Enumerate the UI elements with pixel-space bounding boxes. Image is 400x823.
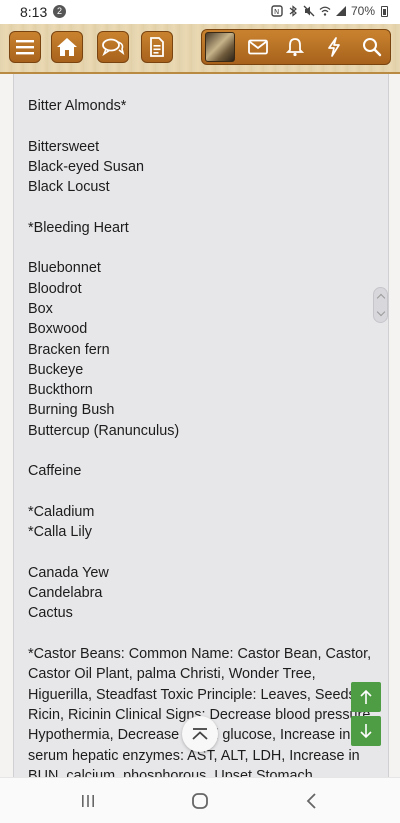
back-icon: [306, 793, 316, 809]
list-item: *Calla Lily: [28, 524, 92, 541]
home-icon: [57, 38, 77, 56]
arrow-up-icon: [360, 689, 372, 704]
list-item: Black Locust: [28, 179, 110, 196]
list-item: Buckeye: [28, 361, 84, 378]
list-gap: [28, 238, 378, 258]
chevron-down-icon: [376, 307, 385, 317]
scroll-to-top-button[interactable]: [351, 682, 381, 712]
battery-icon: [381, 5, 388, 17]
system-nav-bar: [0, 777, 400, 823]
recents-icon: [82, 795, 94, 807]
list-item: Bracken fern: [28, 341, 110, 358]
status-icons: N 70%: [271, 4, 388, 18]
home-button[interactable]: [51, 31, 83, 63]
list-gap: [28, 441, 378, 461]
lightning-icon: [328, 37, 340, 57]
document-icon: [150, 37, 164, 57]
castor-beans-paragraph: *Castor Beans: Common Name: Castor Bean,…: [28, 646, 375, 777]
chevron-up-icon: [376, 293, 385, 303]
wifi-icon: [319, 6, 331, 16]
back-button[interactable]: [300, 790, 324, 812]
search-icon: [363, 38, 382, 57]
list-item: Bittersweet: [28, 138, 100, 155]
list-gap: [28, 197, 378, 217]
recent-apps-button[interactable]: [76, 790, 100, 812]
list-item: Caffeine: [28, 463, 82, 480]
toxic-plant-list: Bitter Almonds* Bittersweet Black-eyed Sus…: [28, 96, 378, 777]
list-item: Boxwood: [28, 321, 88, 338]
list-gap: [28, 482, 378, 502]
list-item: Canada Yew: [28, 564, 109, 581]
list-item: Bluebonnet: [28, 260, 101, 277]
list-gap: [28, 116, 378, 136]
scroll-to-bottom-button[interactable]: [351, 716, 381, 746]
status-time: 8:13: [20, 4, 48, 20]
chat-button[interactable]: [97, 31, 129, 63]
list-item: Burning Bush: [28, 402, 115, 419]
svg-text:N: N: [274, 8, 279, 16]
list-item: Box: [28, 300, 53, 317]
signal-icon: [335, 6, 346, 16]
list-item: Bitter Almonds*: [28, 98, 127, 114]
home-nav-button[interactable]: [188, 790, 212, 812]
post-content: Bitter Almonds* Bittersweet Black-eyed Sus…: [13, 74, 389, 777]
menu-button[interactable]: [9, 31, 41, 63]
list-item: Cactus: [28, 605, 73, 622]
activity-button[interactable]: [318, 31, 350, 63]
home-circle-icon: [192, 793, 208, 809]
battery-percent: 70%: [350, 4, 375, 18]
mail-icon: [248, 39, 268, 55]
avatar[interactable]: [205, 32, 235, 62]
list-gap: [28, 543, 378, 563]
list-item: Candelabra: [28, 585, 103, 602]
bluetooth-icon: [289, 5, 297, 17]
list-item: *Caladium: [28, 503, 95, 520]
search-button[interactable]: [356, 31, 388, 63]
chat-icon: [102, 38, 125, 57]
list-item: Buckthorn: [28, 382, 93, 399]
mute-icon: [303, 5, 315, 17]
back-to-top-button[interactable]: [182, 716, 218, 752]
scroll-thumb[interactable]: [373, 287, 388, 323]
status-bar: 8:13 2 N 70%: [0, 0, 400, 24]
menu-icon: [16, 40, 34, 55]
bell-icon: [286, 38, 304, 57]
nfc-icon: N: [271, 5, 283, 17]
list-item: Bloodrot: [28, 280, 82, 297]
document-button[interactable]: [141, 31, 173, 63]
list-item: Buttercup (Ranunculus): [28, 422, 180, 439]
chevron-up-icon: [192, 728, 208, 740]
notification-badge: 2: [53, 5, 66, 18]
notifications-button[interactable]: [279, 31, 311, 63]
arrow-down-icon: [360, 724, 372, 739]
app-toolbar: [0, 24, 400, 74]
list-item: *Bleeding Heart: [28, 219, 129, 236]
mail-button[interactable]: [242, 31, 274, 63]
list-gap: [28, 624, 378, 644]
list-item: Black-eyed Susan: [28, 158, 144, 175]
